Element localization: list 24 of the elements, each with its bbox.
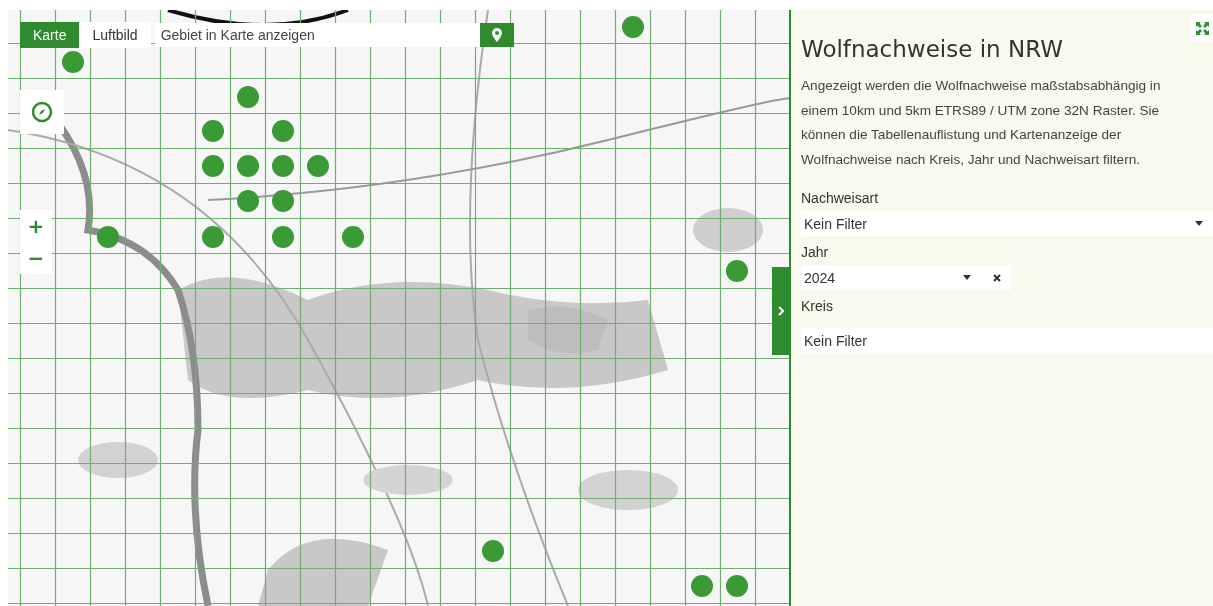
filter-dropdown[interactable]: 2024 xyxy=(801,265,1011,291)
basemap-tab[interactable]: Luftbild xyxy=(79,22,151,48)
panel-toggle-button[interactable] xyxy=(772,267,789,355)
caret-down-icon xyxy=(1195,221,1203,227)
zoom-in-button[interactable]: + xyxy=(20,210,52,242)
zoom-out-button[interactable]: − xyxy=(20,242,52,274)
filter-label: Jahr xyxy=(801,244,829,261)
map-pin-icon xyxy=(491,28,502,42)
compass-button[interactable] xyxy=(20,90,64,134)
filter-label: Nachweisart xyxy=(801,190,879,207)
filter-label: Kreis xyxy=(801,298,833,315)
fullscreen-button[interactable] xyxy=(1191,14,1213,42)
compass-icon xyxy=(31,101,53,123)
locate-button[interactable] xyxy=(479,23,514,47)
chevron-right-icon xyxy=(777,306,784,316)
basemap-tab[interactable]: Karte xyxy=(20,22,80,48)
panel-title: Wolfnachweise in NRW xyxy=(801,36,1064,62)
clear-icon[interactable] xyxy=(993,273,1001,282)
filter-dropdown[interactable]: Kein Filter xyxy=(801,211,1213,237)
panel-description: Angezeigt werden die Wolfnachweise maßstabsabhängig in einem 10km und 5km ETRS89 / UTM zone 32N Raster. Sie können die Tabellenauflistung und Kartenanzeige der Wolfnachweise nach Kreis, Jahr und Nachweisart filtern. xyxy=(801,77,1162,169)
caret-down-icon xyxy=(963,275,971,281)
search-field[interactable]: Gebiet in Karte anzeigen xyxy=(154,23,480,47)
filter-input-field[interactable]: Kein Filter xyxy=(801,328,1213,355)
expand-arrows-icon xyxy=(1195,21,1209,35)
